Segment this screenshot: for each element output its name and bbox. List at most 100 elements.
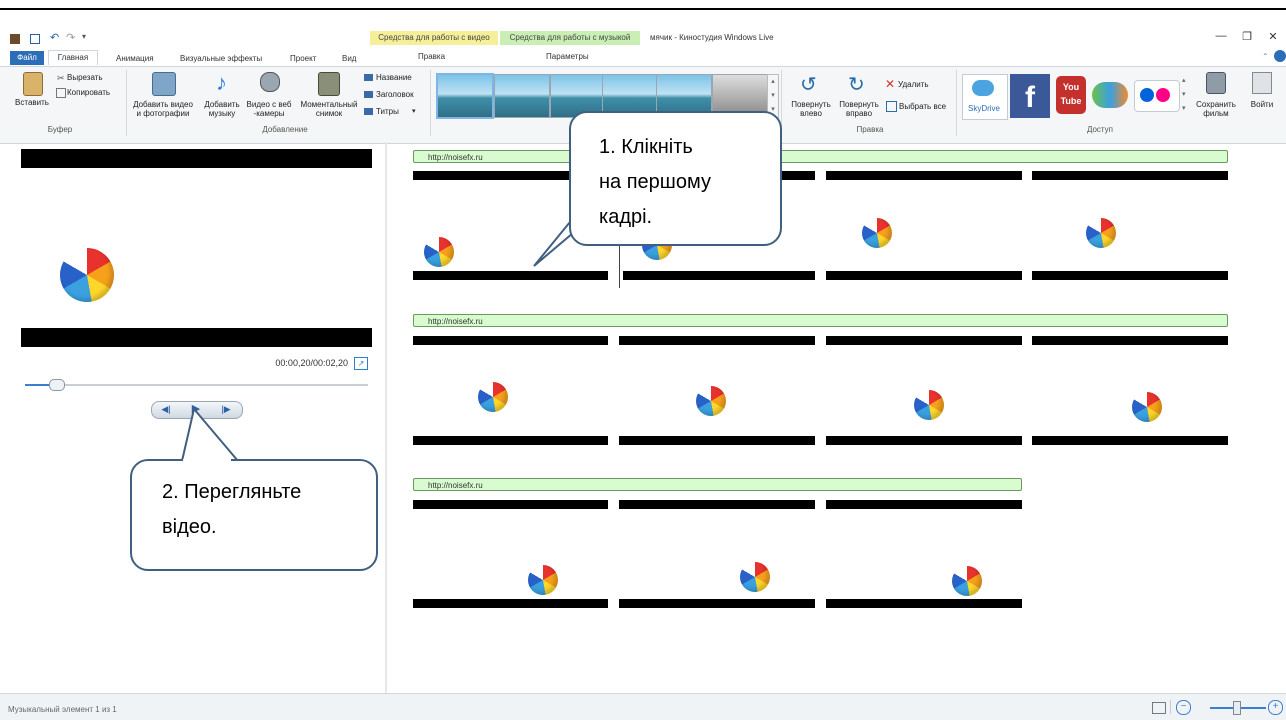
music-clip[interactable]: http://noisefx.ru	[413, 478, 1022, 491]
seek-bar[interactable]	[25, 384, 368, 386]
clip-bar-bottom	[1032, 271, 1228, 280]
paste-button[interactable]: Вставить	[6, 98, 58, 107]
signin-button[interactable]: Войти	[1248, 100, 1276, 109]
save-icon[interactable]	[30, 34, 40, 44]
facebook-icon[interactable]: f	[1010, 74, 1050, 118]
theme-thumbnail[interactable]	[436, 73, 494, 119]
minimize-button[interactable]: —	[1210, 30, 1232, 46]
callout-one-line: на першому	[599, 171, 711, 193]
help-icon[interactable]	[1274, 50, 1286, 62]
window-title: мячик - Киностудия Windows Live	[650, 33, 774, 42]
title-icon	[364, 74, 373, 81]
cut-button[interactable]: Вырезать	[67, 73, 103, 82]
clip-bar-top	[619, 500, 815, 509]
clip-bar-top	[413, 336, 608, 345]
clip-bar-bottom	[619, 436, 815, 445]
clip-bar-bottom	[623, 271, 815, 280]
save-movie-button[interactable]: Сохранить фильм	[1194, 100, 1238, 118]
frame-thumbnail[interactable]	[1132, 392, 1162, 422]
close-button[interactable]: ✕	[1262, 30, 1284, 46]
skydrive-icon	[972, 80, 994, 96]
paste-icon	[23, 72, 43, 96]
credits-dropdown-icon[interactable]: ▾	[412, 107, 416, 115]
preview-letterbox-top	[21, 149, 372, 168]
zoom-thumb[interactable]	[1233, 701, 1241, 715]
clip-bar-bottom	[826, 271, 1022, 280]
rotate-left-button[interactable]: Повернуть влево	[788, 100, 834, 118]
separator	[430, 70, 431, 136]
group-edit-label: Правка	[856, 125, 884, 134]
tab-edit[interactable]: Правка	[418, 52, 445, 61]
callout-two: 2. Перегляньте відео.	[130, 459, 378, 571]
frame-thumbnail[interactable]	[740, 562, 770, 592]
frame-thumbnail[interactable]	[1086, 218, 1116, 248]
frame-thumbnail[interactable]	[862, 218, 892, 248]
callout-one: 1. Клікніть на першому кадрі.	[569, 111, 782, 246]
previous-frame-button[interactable]: ◀|	[152, 401, 180, 417]
fullscreen-icon[interactable]: ↗	[354, 357, 368, 370]
playhead-cursor[interactable]	[619, 240, 620, 288]
share-gallery-scroll-icon[interactable]: ▴ ▾ ▾	[1182, 74, 1190, 116]
clip-bar-top	[1032, 336, 1228, 345]
undo-icon[interactable]: ↶	[50, 31, 59, 44]
save-movie-icon	[1206, 72, 1226, 94]
redo-icon[interactable]: ↷	[66, 31, 75, 44]
separator	[956, 70, 957, 136]
clip-bar-bottom	[413, 599, 608, 608]
caption-button[interactable]: Заголовок	[376, 90, 414, 99]
music-clip[interactable]: http://noisefx.ru	[413, 314, 1228, 327]
webcam-button[interactable]: Видео с веб -камеры	[244, 100, 294, 118]
ribbon-collapse-icon[interactable]: ⌃	[1262, 52, 1269, 61]
select-all-button[interactable]: Выбрать все	[899, 102, 946, 111]
credits-icon	[364, 108, 373, 115]
clip-bar-bottom	[1032, 436, 1228, 445]
credits-button[interactable]: Титры	[376, 107, 399, 116]
storyboard-view-icon[interactable]	[1152, 702, 1166, 714]
title-button[interactable]: Название	[376, 73, 412, 82]
frame-thumbnail[interactable]	[952, 566, 982, 596]
delete-button[interactable]: Удалить	[898, 80, 929, 89]
tab-home[interactable]: Главная	[48, 50, 98, 65]
frame-thumbnail[interactable]	[478, 382, 508, 412]
music-clip[interactable]: http://noisefx.ru	[413, 150, 1228, 163]
callout-two-pointer	[180, 406, 241, 462]
quick-access-dropdown-icon[interactable]: ▾	[82, 32, 86, 41]
messenger-icon[interactable]	[1092, 82, 1128, 108]
flickr-dot-blue	[1140, 88, 1154, 102]
clip-bar-bottom	[619, 599, 815, 608]
signin-icon	[1252, 72, 1272, 94]
callout-two-line: відео.	[162, 516, 217, 538]
youtube-icon[interactable]: You Tube	[1056, 76, 1086, 114]
frame-thumbnail[interactable]	[528, 565, 558, 595]
tab-file[interactable]: Файл	[10, 51, 44, 65]
seek-thumb[interactable]	[49, 379, 65, 391]
tab-view[interactable]: Вид	[342, 52, 356, 66]
zoom-in-icon[interactable]: +	[1268, 700, 1283, 715]
copy-button[interactable]: Копировать	[67, 88, 110, 97]
clip-bar-top	[826, 171, 1022, 180]
clip-bar-bottom	[413, 271, 608, 280]
skydrive-label: SkyDrive	[967, 104, 1000, 113]
tab-animation[interactable]: Анимация	[116, 52, 154, 66]
tab-visual-effects[interactable]: Визуальные эффекты	[180, 52, 262, 66]
add-video-button[interactable]: Добавить видео и фотографии	[130, 100, 196, 118]
frame-thumbnail[interactable]	[696, 386, 726, 416]
restore-button[interactable]: ❐	[1236, 30, 1258, 46]
app-icon	[10, 34, 20, 44]
zoom-out-icon[interactable]: −	[1176, 700, 1191, 715]
preview-monitor[interactable]	[21, 168, 372, 328]
pane-divider[interactable]	[385, 142, 387, 693]
copy-icon	[56, 88, 66, 98]
rotate-right-button[interactable]: Повернуть вправо	[836, 100, 882, 118]
tab-options[interactable]: Параметры	[546, 52, 589, 61]
theme-thumbnail[interactable]	[494, 74, 550, 118]
frame-thumbnail[interactable]	[424, 237, 454, 267]
clip-bar-top	[619, 336, 815, 345]
frame-thumbnail[interactable]	[914, 390, 944, 420]
tab-project[interactable]: Проект	[290, 52, 316, 66]
snapshot-button[interactable]: Моментальный снимок	[297, 100, 361, 118]
clip-bar-top	[1032, 171, 1228, 180]
separator	[126, 70, 127, 136]
video-tools-context: Средства для работы с видео	[370, 31, 498, 45]
add-music-button[interactable]: Добавить музыку	[200, 100, 244, 118]
